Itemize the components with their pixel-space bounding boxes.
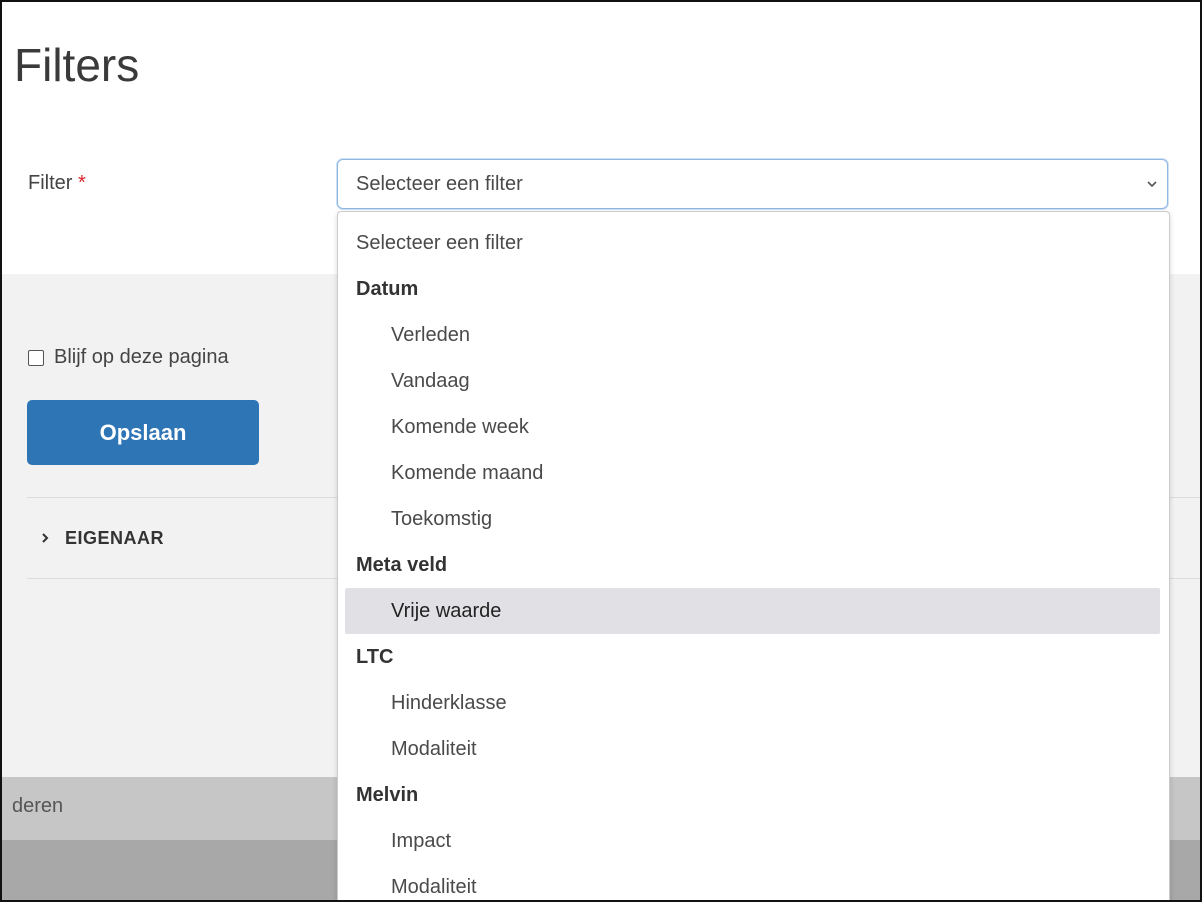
dropdown-option-vrije-waarde[interactable]: Vrije waarde: [345, 588, 1160, 634]
checkbox-box[interactable]: [28, 349, 44, 366]
filter-dropdown-list[interactable]: Selecteer een filter Datum Verleden Vand…: [337, 211, 1170, 900]
dropdown-group-melvin: Melvin: [356, 783, 419, 806]
stay-on-page-label: Blijf op deze pagina: [54, 346, 229, 368]
chevron-right-icon: [42, 533, 49, 543]
dropdown-option-impact[interactable]: Impact: [345, 818, 1160, 864]
dropdown-option-komende-maand[interactable]: Komende maand: [345, 450, 1160, 496]
page-title: Filters: [14, 39, 140, 91]
dropdown-option-vandaag[interactable]: Vandaag: [345, 358, 1160, 404]
bottom-bar-text: deren: [12, 795, 64, 817]
dropdown-option-placeholder[interactable]: Selecteer een filter: [345, 220, 1160, 266]
filter-select-value: Selecteer een filter: [356, 173, 523, 195]
save-button[interactable]: Opslaan: [27, 400, 259, 465]
owner-section-label: EIGENAAR: [65, 528, 165, 548]
filter-label-text: Filter: [28, 172, 73, 194]
dropdown-option-verleden[interactable]: Verleden: [345, 312, 1160, 358]
dropdown-option-toekomstig[interactable]: Toekomstig: [345, 496, 1160, 542]
window-frame: Filters Filter * Selecteer een filter Bl…: [0, 0, 1202, 902]
filter-label: Filter *: [28, 172, 86, 195]
dropdown-option-komende-week[interactable]: Komende week: [345, 404, 1160, 450]
required-marker: *: [78, 172, 86, 194]
chevron-down-icon: [1147, 181, 1157, 188]
dropdown-option-modaliteit-ltc[interactable]: Modaliteit: [345, 726, 1160, 772]
dropdown-group-meta-veld: Meta veld: [356, 553, 448, 576]
dropdown-option-hinderklasse[interactable]: Hinderklasse: [345, 680, 1160, 726]
stay-on-page-checkbox[interactable]: Blijf op deze pagina: [28, 346, 229, 369]
dropdown-group-ltc: LTC: [356, 645, 394, 668]
dropdown-option-modaliteit-melvin[interactable]: Modaliteit: [345, 864, 1160, 900]
filter-select[interactable]: Selecteer een filter: [337, 159, 1168, 209]
dropdown-group-datum: Datum: [356, 277, 419, 300]
